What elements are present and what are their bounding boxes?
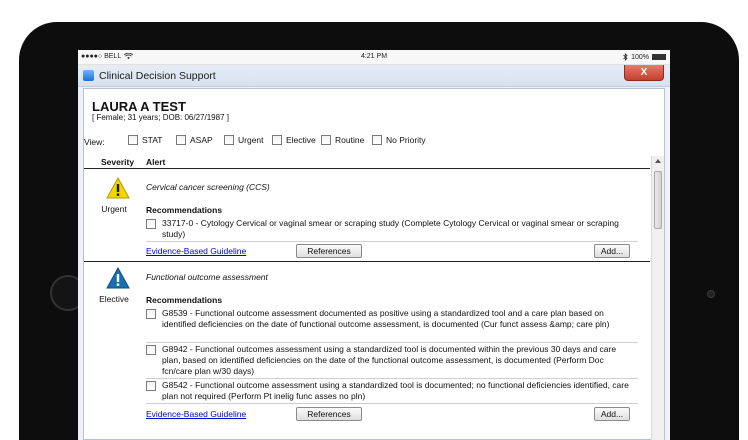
alert-title: Functional outcome assessment <box>146 272 268 282</box>
clock: 4:21 PM <box>360 53 388 60</box>
recommendation-checkbox[interactable] <box>146 309 156 319</box>
tablet-screen: ●●●●○ BELL 4:21 PM 100% Clinical Decisio… <box>78 50 670 440</box>
filter-elective-checkbox[interactable] <box>272 135 282 145</box>
patient-name: LAURA A TEST <box>92 99 186 114</box>
filter-routine-checkbox[interactable] <box>321 135 331 145</box>
recommendation-checkbox[interactable] <box>146 345 156 355</box>
alert-title: Cervical cancer screening (CCS) <box>146 182 270 192</box>
filter-asap-label: ASAP <box>190 135 213 145</box>
recommendation-item[interactable]: G8542 - Functional outcome assessment us… <box>146 380 636 402</box>
filter-routine[interactable]: Routine <box>321 135 364 145</box>
filter-urgent[interactable]: Urgent <box>224 135 264 145</box>
recommendation-item[interactable]: G8942 - Functional outcomes assessment u… <box>146 344 636 377</box>
close-button[interactable]: X <box>624 65 664 81</box>
app-shield-icon <box>83 70 94 81</box>
severity-column-header: Severity <box>101 157 135 167</box>
filter-elective[interactable]: Elective <box>272 135 316 145</box>
recommendations-heading: Recommendations <box>146 295 223 305</box>
filter-routine-label: Routine <box>335 135 365 145</box>
patient-info: [ Female; 31 years; DOB: 06/27/1987 ] <box>92 113 229 122</box>
recommendation-checkbox[interactable] <box>146 219 156 229</box>
filter-stat-checkbox[interactable] <box>128 135 138 145</box>
references-button[interactable]: References <box>296 244 362 258</box>
filter-elective-label: Elective <box>286 135 316 145</box>
severity-label: Elective <box>99 294 129 304</box>
status-bar: ●●●●○ BELL 4:21 PM 100% <box>78 50 670 65</box>
filter-urgent-label: Urgent <box>238 135 264 145</box>
filter-stat-label: STAT <box>142 135 163 145</box>
scrollbar-thumb[interactable] <box>654 171 662 229</box>
recommendation-item[interactable]: 33717-0 - Cytology Cervical or vaginal s… <box>146 218 636 240</box>
references-button[interactable]: References <box>296 407 362 421</box>
add-button[interactable]: Add... <box>594 244 630 258</box>
view-label: View: <box>84 137 105 147</box>
view-filter-row: View: STAT ASAP Urgent Elective Routine <box>84 135 664 149</box>
item-divider <box>146 342 638 343</box>
recommendation-item[interactable]: G8539 - Functional outcome assessment do… <box>146 308 636 330</box>
recommendation-text: 33717-0 - Cytology Cervical or vaginal s… <box>162 218 619 239</box>
window-title: Clinical Decision Support <box>99 70 216 82</box>
filter-stat[interactable]: STAT <box>128 135 162 145</box>
recommendation-text: G8942 - Functional outcomes assessment u… <box>162 344 617 376</box>
evidence-guideline-link[interactable]: Evidence-Based Guideline <box>146 246 246 256</box>
battery-icon <box>652 54 666 60</box>
vertical-scrollbar[interactable] <box>651 156 664 440</box>
severity-label: Urgent <box>101 204 127 214</box>
filter-urgent-checkbox[interactable] <box>224 135 234 145</box>
column-headers: Severity Alert <box>84 156 650 169</box>
battery-percent: 100% <box>631 53 649 61</box>
info-triangle-icon <box>106 267 130 289</box>
window-titlebar: Clinical Decision Support X <box>78 65 670 87</box>
item-divider <box>146 403 638 404</box>
filter-no-priority[interactable]: No Priority <box>372 135 426 145</box>
evidence-guideline-link[interactable]: Evidence-Based Guideline <box>146 409 246 419</box>
recommendation-checkbox[interactable] <box>146 381 156 391</box>
alerts-panel: LAURA A TEST [ Female; 31 years; DOB: 06… <box>83 88 665 440</box>
add-button[interactable]: Add... <box>594 407 630 421</box>
scroll-up-arrow-icon[interactable] <box>655 159 661 163</box>
alert-divider <box>84 261 650 262</box>
alert-column-header: Alert <box>146 157 166 167</box>
filter-no-priority-checkbox[interactable] <box>372 135 382 145</box>
status-right: 100% <box>623 53 666 61</box>
filter-no-priority-label: No Priority <box>386 135 426 145</box>
filter-asap-checkbox[interactable] <box>176 135 186 145</box>
bluetooth-icon <box>623 53 628 61</box>
recommendations-heading: Recommendations <box>146 205 223 215</box>
filter-asap[interactable]: ASAP <box>176 135 213 145</box>
camera-lens <box>707 290 715 298</box>
recommendation-text: G8542 - Functional outcome assessment us… <box>162 380 629 401</box>
item-divider <box>146 241 638 242</box>
item-divider <box>146 378 638 379</box>
recommendation-text: G8539 - Functional outcome assessment do… <box>162 308 610 329</box>
warning-triangle-icon <box>106 177 130 199</box>
